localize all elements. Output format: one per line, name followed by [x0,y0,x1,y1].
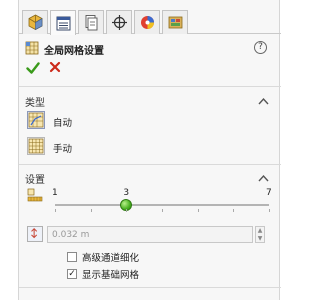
slider-tick [55,209,56,212]
slider-max-label: 7 [266,188,272,198]
slider-tick [233,209,235,212]
manual-mode-button[interactable] [27,137,45,155]
slider-min-label: 1 [52,188,58,198]
tab-display-manager[interactable] [134,10,160,34]
tab-property-manager[interactable] [50,10,76,35]
slider-tick [90,209,92,212]
divider [19,164,281,165]
spin-down-icon[interactable]: ▼ [256,235,264,243]
manual-mode-label: 手动 [53,144,73,155]
cell-size-icon [27,226,43,242]
cell-size-spinner[interactable]: ▲ ▼ [255,226,265,243]
advanced-channel-refinement-checkbox[interactable] [67,252,77,262]
auto-mesh-icon [28,112,44,128]
slider-tick [197,209,199,212]
manager-tabs [19,8,281,35]
panel-header: 全局网格设置 ? [19,38,281,58]
feature-manager-icon [28,14,42,31]
global-mesh-icon [25,41,39,55]
mesh-level-icon [27,188,43,202]
dimxpert-icon [111,15,127,30]
slider-tick [162,209,163,212]
property-manager-panel: 全局网格设置 ? 类型 自动 手动 设置 1 3 7 0.032 m ▲ ▼ 高… [18,0,281,300]
settings-section-title: 设置 [25,175,45,186]
arrows-icon [31,228,38,239]
tab-feature-manager[interactable] [22,10,48,34]
chevron-up-icon[interactable] [258,97,269,105]
cell-size-input[interactable]: 0.032 m [47,226,253,243]
auto-mode-label: 自动 [53,118,73,129]
page-title: 全局网格设置 [44,46,104,57]
configuration-manager-icon [85,15,97,31]
chevron-up-icon[interactable] [258,174,269,182]
divider [19,287,281,288]
cancel-button[interactable] [49,61,61,73]
divider [19,86,281,87]
tab-configuration-manager[interactable] [78,10,104,34]
display-manager-icon [140,16,154,29]
help-button[interactable]: ? [254,41,267,54]
slider-tick [126,209,128,212]
simulation-icon [168,16,182,29]
advanced-channel-refinement-row[interactable]: 高级通道细化 [67,251,140,264]
mesh-level-slider[interactable] [55,199,270,212]
tab-dimxpert[interactable] [106,10,132,34]
manual-mesh-icon [28,138,44,154]
slider-tick [269,209,270,212]
auto-mode-button[interactable] [27,111,45,129]
show-basic-mesh-checkbox[interactable]: ✓ [67,269,77,279]
slider-value-label: 3 [123,188,130,198]
type-section-title: 类型 [25,98,45,109]
show-basic-mesh-label: 显示基础网格 [82,270,140,281]
ok-button[interactable] [26,61,40,75]
tab-simulation[interactable] [162,10,188,34]
next-section-cutoff [19,290,281,300]
advanced-channel-refinement-label: 高级通道细化 [82,253,140,264]
spin-up-icon[interactable]: ▲ [256,227,264,235]
property-manager-icon [56,16,70,30]
show-basic-mesh-row[interactable]: ✓ 显示基础网格 [67,268,140,281]
